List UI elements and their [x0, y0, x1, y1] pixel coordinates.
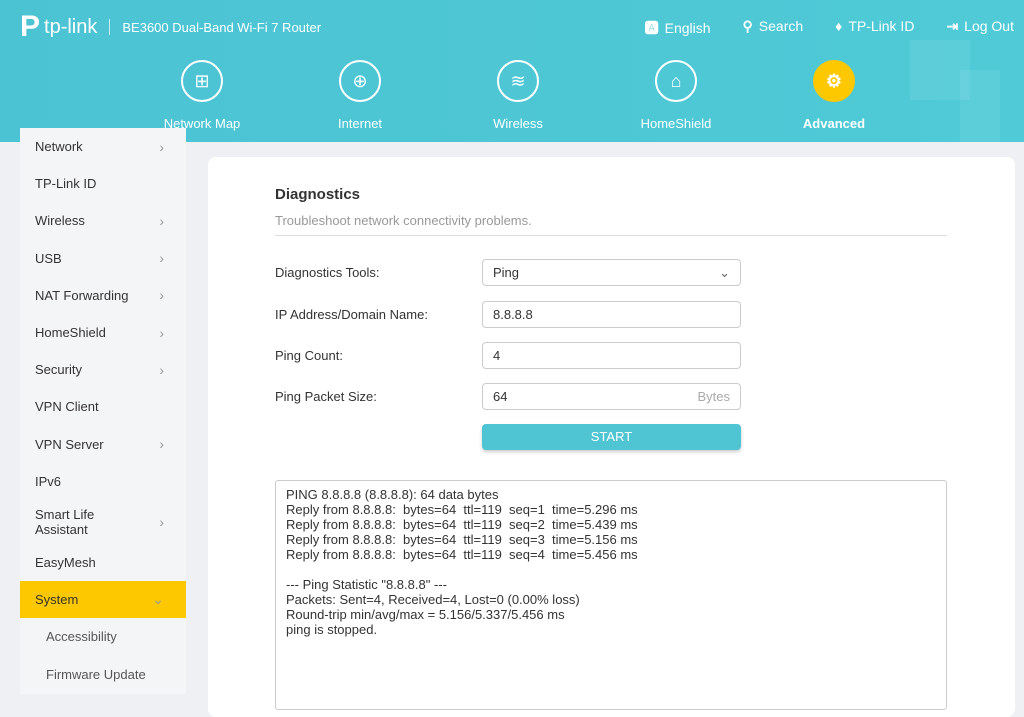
packet-size-input[interactable]: 64 Bytes — [482, 383, 741, 410]
chevron-down-icon: ⌄ — [152, 591, 164, 608]
sidebar-item-system[interactable]: System ⌄ — [20, 581, 186, 619]
sidebar-item-ipv6[interactable]: IPv6 — [20, 463, 186, 500]
chevron-right-icon: › — [159, 138, 164, 155]
sidebar-item-wireless[interactable]: Wireless › — [20, 202, 186, 239]
page-subtitle: Troubleshoot network connectivity proble… — [275, 213, 532, 228]
start-button[interactable]: START — [482, 424, 741, 450]
sidebar-item-easymesh[interactable]: EasyMesh — [20, 544, 186, 581]
wifi-icon: ≋ — [497, 60, 539, 102]
page-title: Diagnostics — [275, 186, 361, 203]
logout-icon: ⇥ — [946, 18, 959, 34]
nav-network-map[interactable]: ⊞ Network Map — [142, 60, 262, 131]
router-model: BE3600 Dual-Band Wi-Fi 7 Router — [122, 19, 322, 35]
chevron-right-icon: › — [159, 212, 164, 229]
sidebar-item-vpn-client[interactable]: VPN Client — [20, 388, 186, 425]
nav-wireless[interactable]: ≋ Wireless — [458, 60, 578, 131]
network-map-icon: ⊞ — [181, 60, 223, 102]
sidebar-item-accessibility[interactable]: Accessibility — [20, 618, 186, 655]
globe-icon: ⊕ — [339, 60, 381, 102]
nav-homeshield[interactable]: ⌂ HomeShield — [616, 60, 736, 131]
chevron-right-icon: › — [159, 513, 164, 530]
ping-count-input[interactable]: 4 — [482, 342, 741, 369]
chevron-down-icon: ⌄ — [719, 264, 730, 280]
chevron-right-icon: › — [159, 324, 164, 341]
sidebar-item-smart-life-assistant[interactable]: Smart Life Assistant › — [20, 500, 186, 544]
language-icon: 🅰 — [644, 20, 659, 36]
logout-button[interactable]: ⇥ Log Out — [946, 18, 1014, 38]
chevron-right-icon: › — [159, 361, 164, 378]
sidebar-item-security[interactable]: Security › — [20, 351, 186, 388]
diagnostics-card: Diagnostics Troubleshoot network connect… — [208, 157, 1015, 717]
sidebar-item-vpn-server[interactable]: VPN Server › — [20, 426, 186, 463]
diagnostics-output: PING 8.8.8.8 (8.8.8.8): 64 data bytes Re… — [275, 480, 947, 710]
tplink-id-icon: ♦ — [835, 18, 843, 34]
homeshield-icon: ⌂ — [655, 60, 697, 102]
sidebar-item-homeshield[interactable]: HomeShield › — [20, 314, 186, 351]
tplink-logo-icon: P — [20, 10, 41, 43]
gear-icon: ⚙ — [813, 60, 855, 102]
sidebar-item-firmware-update[interactable]: Firmware Update — [20, 655, 186, 692]
chevron-right-icon: › — [159, 436, 164, 453]
search-button[interactable]: ⚲ Search — [743, 18, 804, 38]
diagnostics-tools-select[interactable]: Ping ⌄ — [482, 259, 741, 286]
chevron-right-icon: › — [159, 287, 164, 304]
sidebar-item-network[interactable]: Network › — [20, 128, 186, 165]
tplink-logo[interactable]: P tp-link BE3600 Dual-Band Wi-Fi 7 Route… — [20, 10, 321, 44]
chevron-right-icon: › — [159, 250, 164, 267]
search-icon: ⚲ — [742, 18, 753, 34]
sidebar-item-nat-forwarding[interactable]: NAT Forwarding › — [20, 277, 186, 314]
sidebar-item-tp-link-id[interactable]: TP-Link ID — [20, 165, 186, 202]
language-button[interactable]: 🅰 English — [645, 18, 711, 38]
ip-address-input[interactable]: 8.8.8.8 — [482, 301, 741, 328]
sidebar: Network › TP-Link ID Wireless › USB › NAT Forwa… — [20, 128, 186, 694]
nav-internet[interactable]: ⊕ Internet — [300, 60, 420, 131]
nav-advanced[interactable]: ⚙ Advanced — [774, 60, 894, 131]
tplink-id-button[interactable]: ♦ TP-Link ID — [835, 18, 914, 38]
sidebar-item-usb[interactable]: USB › — [20, 240, 186, 277]
header: P tp-link BE3600 Dual-Band Wi-Fi 7 Route… — [0, 0, 1024, 142]
